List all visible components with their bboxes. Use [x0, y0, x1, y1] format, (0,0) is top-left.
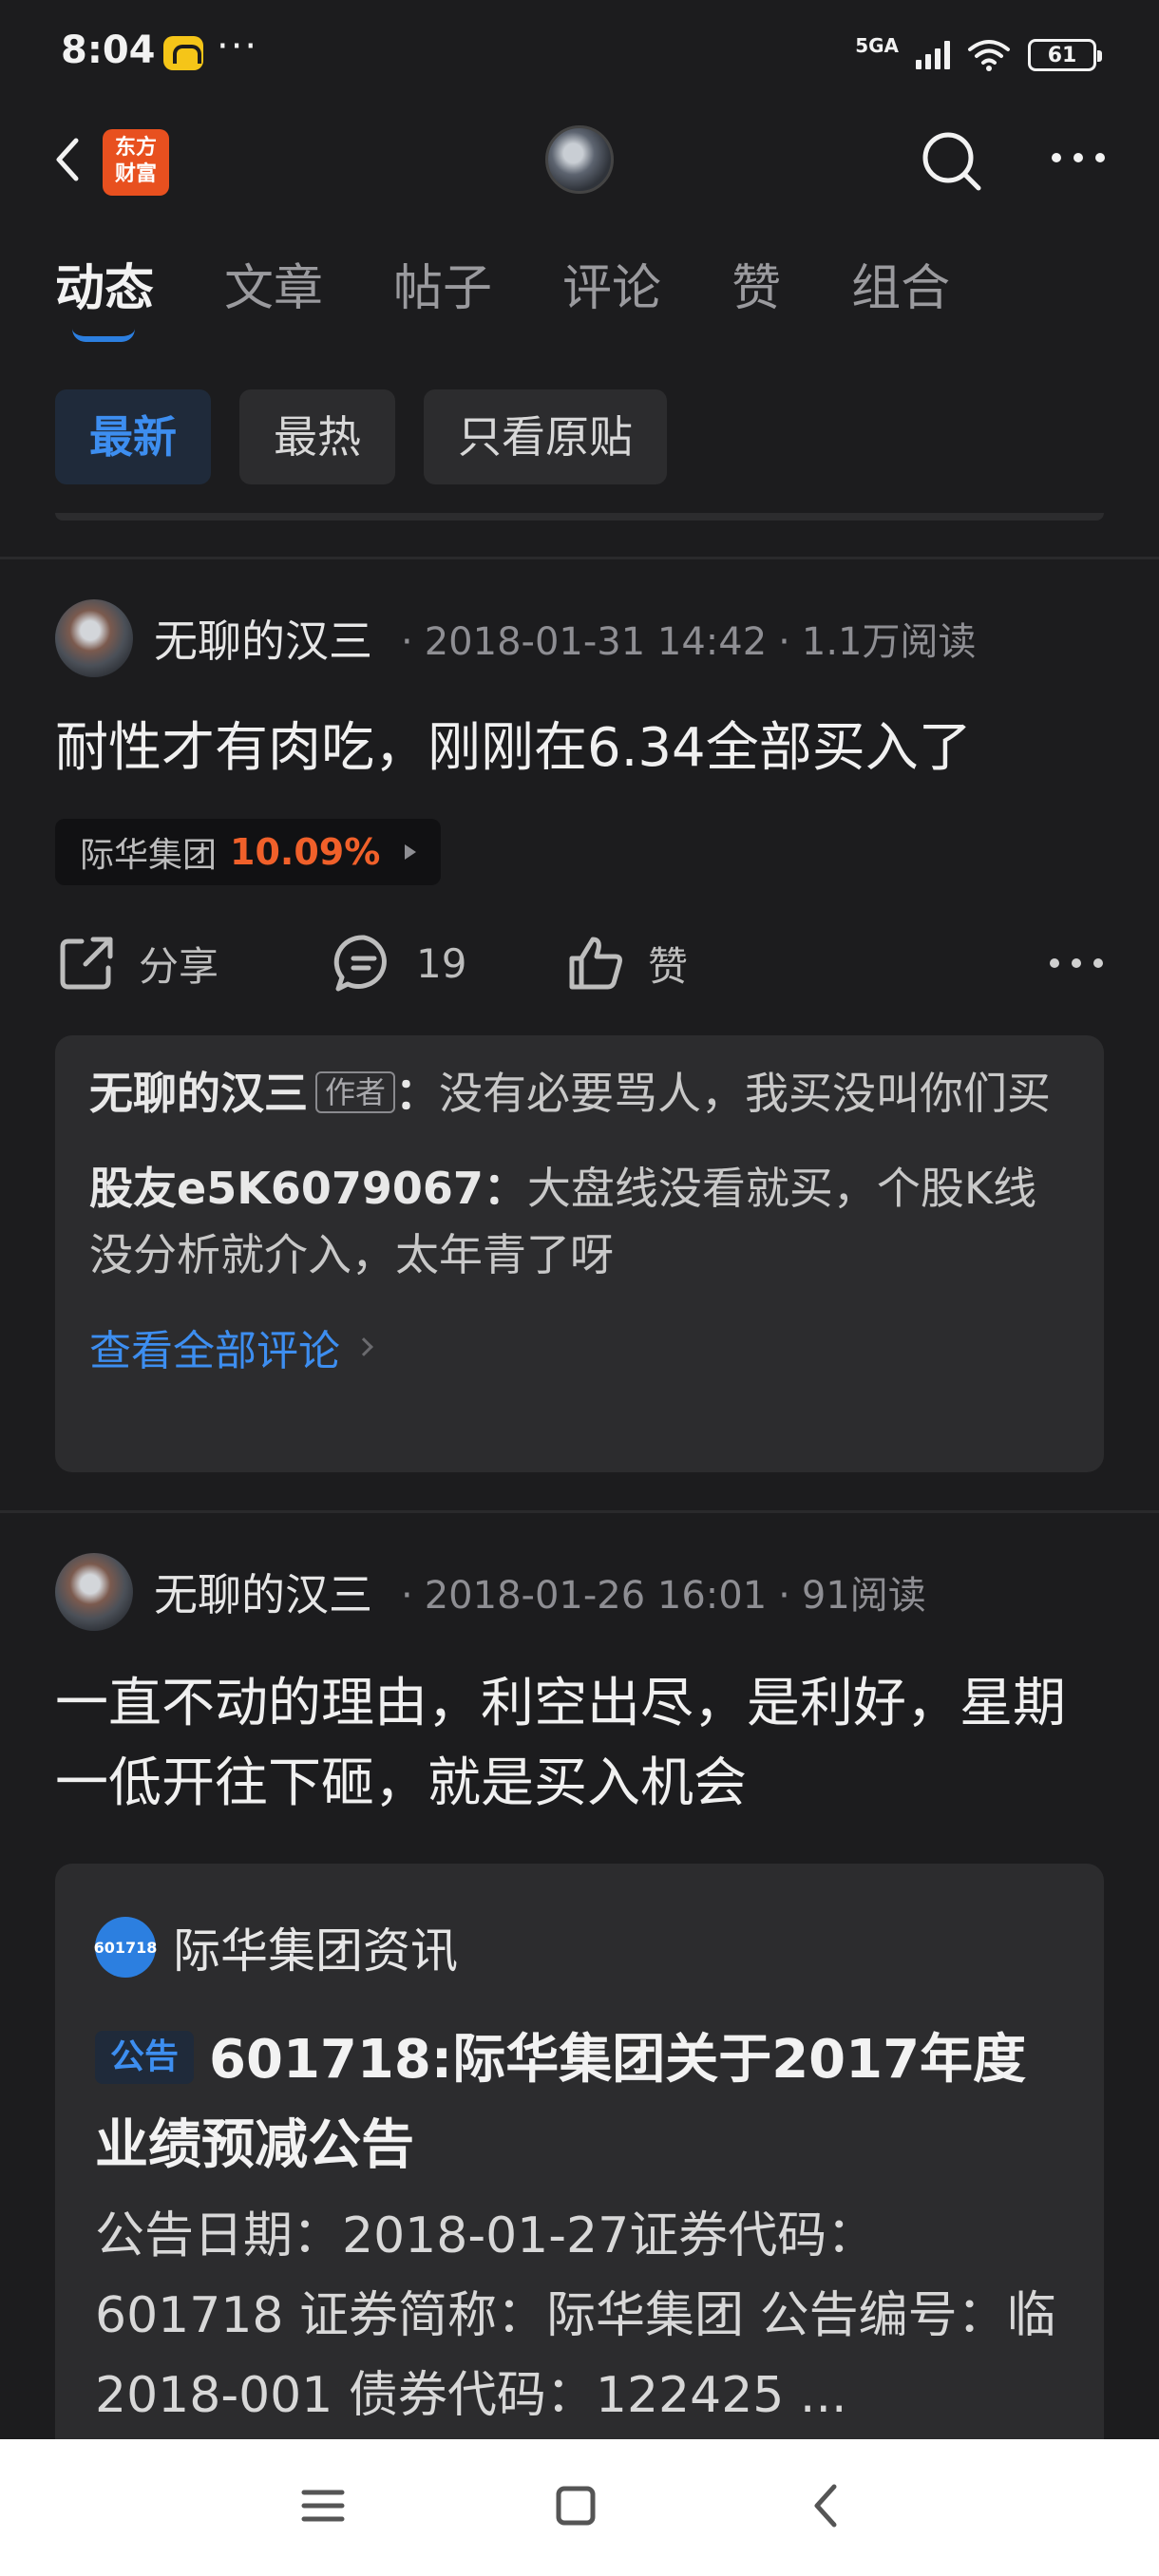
- share-button[interactable]: 分享: [55, 923, 218, 1003]
- comment-text: 没有必要骂人，我买没叫你们买: [439, 1068, 1052, 1119]
- comments-preview[interactable]: 无聊的汉三 作者 ：没有必要骂人，我买没叫你们买 股友e5K6079067：大盘线没…: [55, 1035, 1104, 1472]
- previous-card-edge: [55, 513, 1104, 521]
- post-reads: 91阅读: [801, 1574, 926, 1618]
- comment-item: 股友e5K6079067：大盘线没看就买，个股K线没分析就介入，太年青了呀: [89, 1163, 1037, 1280]
- signal-icon: [916, 41, 950, 69]
- wifi-icon: [968, 40, 1010, 71]
- announcement-badge: 公告: [95, 2031, 195, 2084]
- tab-activity[interactable]: 动态: [55, 258, 154, 342]
- author-avatar[interactable]: [55, 1553, 133, 1631]
- back-arrow-icon[interactable]: [42, 131, 99, 188]
- comment-button[interactable]: 19: [332, 923, 466, 1003]
- filter-original-only[interactable]: 只看原贴: [424, 389, 667, 484]
- news-title: 公告 601718:际华集团关于2017年度业绩预减公告: [95, 2029, 1027, 2176]
- battery-level: 61: [1047, 43, 1077, 67]
- status-time: 8:04: [61, 28, 156, 72]
- section-divider: [0, 557, 1159, 559]
- author-badge: 作者: [315, 1071, 396, 1113]
- tab-articles[interactable]: 文章: [224, 258, 323, 334]
- post-text[interactable]: 一直不动的理由，利空出尽，是利好，星期一低开往下砸，就是买入机会: [55, 1664, 1110, 1824]
- post-reads: 1.1万阅读: [801, 620, 977, 664]
- like-button[interactable]: 赞: [564, 923, 688, 1003]
- active-tab-indicator: [72, 329, 135, 342]
- tab-likes[interactable]: 赞: [732, 258, 781, 334]
- home-icon[interactable]: [547, 2477, 604, 2534]
- post-meta: · 2018-01-31 14:42 · 1.1万阅读: [401, 620, 977, 664]
- more-options-icon[interactable]: [1045, 129, 1112, 186]
- post-actions: 分享 19 赞: [55, 923, 1110, 1003]
- profile-activity-page: 8:04 ··· 5GA 61 东方 财富 动态 文章 帖子 评论 赞 组合 最…: [0, 0, 1159, 2576]
- news-excerpt: 公告日期：2018-01-27证券代码：601718 证券简称：际华集团 公告编…: [95, 2207, 1056, 2424]
- tab-portfolio[interactable]: 组合: [851, 258, 950, 334]
- thumbs-up-icon: [569, 937, 622, 990]
- profile-tabs: 动态 文章 帖子 评论 赞 组合: [55, 258, 1020, 344]
- post-header: 无聊的汉三 · 2018-01-26 16:01 · 91阅读: [55, 1552, 926, 1632]
- section-divider: [0, 1510, 1159, 1513]
- post-author[interactable]: 无聊的汉三: [154, 607, 372, 670]
- comment-author[interactable]: 无聊的汉三: [89, 1068, 308, 1119]
- post-date: 2018-01-31 14:42: [424, 620, 768, 664]
- comment-count: 19: [416, 939, 467, 987]
- stock-change: 10.09%: [230, 831, 381, 873]
- news-source-name: 际华集团资讯: [173, 1923, 458, 1979]
- post-date: 2018-01-26 16:01: [424, 1574, 768, 1618]
- sort-filters: 最新 最热 只看原贴: [55, 389, 667, 484]
- battery-icon: 61: [1028, 39, 1102, 71]
- network-type: 5GA: [855, 34, 899, 57]
- author-avatar[interactable]: [55, 599, 133, 677]
- view-all-comments-link[interactable]: 查看全部评论: [89, 1316, 1070, 1377]
- post-header: 无聊的汉三 · 2018-01-31 14:42 · 1.1万阅读: [55, 598, 977, 678]
- stock-tag[interactable]: 际华集团 10.09%: [55, 819, 442, 885]
- top-app-bar: 东方 财富: [0, 110, 1159, 211]
- stock-code-logo: 601718: [94, 1917, 157, 1978]
- news-source: 601718 际华集团资讯: [94, 1913, 458, 1981]
- filter-hottest[interactable]: 最热: [239, 389, 395, 484]
- share-icon: [60, 937, 113, 990]
- comment-icon: [333, 935, 387, 992]
- system-navigation-bar: [0, 2439, 1159, 2576]
- more-notifications-indicator: ···: [217, 25, 259, 68]
- play-arrow-icon: [405, 844, 417, 860]
- search-icon[interactable]: [916, 125, 988, 198]
- like-label: 赞: [648, 942, 689, 990]
- back-nav-icon[interactable]: [800, 2477, 857, 2534]
- comment-author[interactable]: 股友e5K6079067: [89, 1163, 484, 1214]
- post-more-icon[interactable]: [1043, 935, 1110, 992]
- status-bar: 8:04 ··· 5GA 61: [0, 0, 1159, 110]
- status-indicators: 5GA 61: [855, 32, 1102, 78]
- filter-latest[interactable]: 最新: [55, 389, 211, 484]
- stock-name: 际华集团: [80, 836, 218, 875]
- post-author[interactable]: 无聊的汉三: [154, 1561, 372, 1623]
- user-avatar[interactable]: [545, 125, 614, 194]
- tab-comments[interactable]: 评论: [562, 258, 661, 334]
- post-meta: · 2018-01-26 16:01 · 91阅读: [401, 1574, 926, 1618]
- chevron-right-icon: [354, 1337, 373, 1356]
- post-text[interactable]: 耐性才有肉吃，刚刚在6.34全部买入了: [55, 709, 1110, 788]
- comment-item: 无聊的汉三 作者 ：没有必要骂人，我买没叫你们买: [89, 1068, 1052, 1119]
- app-notification-icon: [163, 36, 203, 70]
- tab-posts[interactable]: 帖子: [393, 258, 492, 334]
- eastmoney-logo[interactable]: 东方 财富: [103, 129, 169, 196]
- share-label: 分享: [139, 942, 219, 990]
- menu-icon[interactable]: [294, 2477, 352, 2534]
